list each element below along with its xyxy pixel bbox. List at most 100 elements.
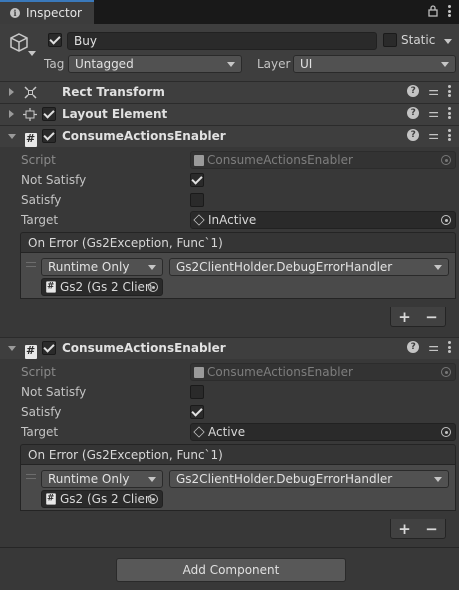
listener-object-field[interactable]: Gs2 (Gs 2 Clien	[41, 278, 163, 296]
script-value: ConsumeActionsEnabler	[207, 153, 353, 167]
layer-dropdown[interactable]: UI	[293, 55, 456, 73]
enabler-enabled-checkbox[interactable]	[42, 129, 56, 143]
object-picker-icon[interactable]	[441, 215, 451, 225]
layer-label: Layer	[257, 57, 291, 71]
csharp-script-icon	[25, 132, 37, 147]
kebab-menu-icon[interactable]	[448, 85, 451, 97]
icon-dropdown-caret-icon[interactable]	[28, 51, 36, 56]
runtime-value: Runtime Only	[48, 260, 130, 274]
listener-object-field[interactable]: Gs2 (Gs 2 Clien	[41, 490, 163, 508]
static-label: Static	[401, 33, 436, 47]
handler-dropdown[interactable]: Gs2ClientHolder.DebugErrorHandler	[169, 258, 449, 276]
preset-icon[interactable]: ⚌	[428, 341, 439, 353]
component-rect-transform[interactable]: Rect Transform ? ⚌	[0, 81, 459, 103]
target-field[interactable]: InActive	[190, 211, 456, 229]
event-title: On Error (Gs2Exception, Func`1)	[28, 235, 223, 250]
handler-value: Gs2ClientHolder.DebugErrorHandler	[176, 260, 393, 274]
foldout-arrow-icon[interactable]	[8, 134, 16, 139]
tag-label: Tag	[44, 57, 65, 71]
tag-value: Untagged	[75, 57, 134, 71]
chevron-down-icon	[441, 61, 449, 67]
static-dropdown-caret-icon[interactable]	[444, 39, 452, 44]
runtime-dropdown[interactable]: Runtime Only	[41, 470, 163, 488]
chevron-down-icon	[434, 476, 442, 482]
gameobject-cube-icon[interactable]	[8, 32, 30, 54]
kebab-menu-icon[interactable]	[448, 107, 451, 119]
component-consume-actions-enabler-1[interactable]: ConsumeActionsEnabler ? ⚌	[0, 125, 459, 147]
remove-listener-button[interactable]: −	[425, 308, 438, 326]
component-consume-actions-enabler-2[interactable]: ConsumeActionsEnabler ? ⚌	[0, 337, 459, 359]
satisfy-checkbox[interactable]	[190, 405, 204, 419]
active-checkbox[interactable]	[48, 33, 62, 47]
preset-icon[interactable]: ⚌	[428, 85, 439, 97]
script-file-icon	[194, 366, 204, 378]
drag-handle-icon[interactable]	[26, 474, 36, 479]
listener-object-value: Gs2 (Gs 2 Clien	[60, 280, 153, 294]
satisfy-checkbox[interactable]	[190, 193, 204, 207]
preset-icon[interactable]: ⚌	[428, 129, 439, 141]
layer-value: UI	[300, 57, 313, 71]
handler-value: Gs2ClientHolder.DebugErrorHandler	[176, 472, 393, 486]
component-layout-element[interactable]: Layout Element ? ⚌	[0, 103, 459, 125]
layout-element-enabled-checkbox[interactable]	[42, 107, 56, 121]
gameobject-icon	[193, 214, 205, 226]
object-picker-icon[interactable]	[148, 282, 158, 292]
not-satisfy-checkbox[interactable]	[190, 385, 204, 399]
component-title: ConsumeActionsEnabler	[62, 129, 226, 143]
object-picker-icon	[441, 367, 451, 377]
target-label: Target	[21, 213, 59, 227]
lock-icon[interactable]	[428, 5, 438, 17]
handler-dropdown[interactable]: Gs2ClientHolder.DebugErrorHandler	[169, 470, 449, 488]
help-icon[interactable]: ?	[407, 107, 420, 119]
help-icon[interactable]: ?	[407, 341, 420, 353]
event-listener-row: Runtime Only Gs2ClientHolder.DebugErrorH…	[20, 465, 456, 511]
component-title: ConsumeActionsEnabler	[62, 341, 226, 355]
add-listener-button[interactable]: +	[398, 520, 411, 538]
on-error-event-header: On Error (Gs2Exception, Func`1)	[20, 232, 456, 253]
foldout-arrow-icon[interactable]	[8, 346, 16, 351]
preset-icon[interactable]: ⚌	[428, 107, 439, 119]
object-picker-icon[interactable]	[441, 427, 451, 437]
static-checkbox[interactable]	[383, 33, 397, 47]
tag-dropdown[interactable]: Untagged	[68, 55, 242, 73]
listener-object-value: Gs2 (Gs 2 Clien	[60, 492, 153, 506]
object-picker-icon	[441, 155, 451, 165]
kebab-menu-icon[interactable]	[448, 5, 451, 17]
gameobject-name-field[interactable]: Buy	[67, 32, 377, 50]
target-value: Active	[208, 425, 246, 439]
target-value: InActive	[208, 213, 257, 227]
script-field: ConsumeActionsEnabler	[190, 363, 456, 381]
add-listener-button[interactable]: +	[398, 308, 411, 326]
event-add-remove: + −	[390, 519, 446, 539]
gameobject-icon	[193, 426, 205, 438]
kebab-menu-icon[interactable]	[448, 341, 451, 353]
add-component-button[interactable]: Add Component	[116, 558, 346, 582]
script-file-icon	[194, 154, 204, 166]
foldout-arrow-icon[interactable]	[9, 88, 14, 96]
help-icon[interactable]: ?	[407, 129, 420, 141]
object-picker-icon[interactable]	[148, 494, 158, 504]
csharp-script-icon	[46, 281, 56, 293]
tab-inspector[interactable]: i Inspector	[0, 0, 94, 24]
not-satisfy-label: Not Satisfy	[21, 385, 87, 399]
event-listener-row: Runtime Only Gs2ClientHolder.DebugErrorH…	[20, 253, 456, 299]
foldout-arrow-icon[interactable]	[9, 110, 14, 118]
tab-label: Inspector	[26, 6, 82, 20]
chevron-down-icon	[148, 476, 156, 482]
component-title: Layout Element	[62, 107, 168, 121]
kebab-menu-icon[interactable]	[448, 129, 451, 141]
target-field[interactable]: Active	[190, 423, 456, 441]
enabler-enabled-checkbox[interactable]	[42, 341, 56, 355]
rect-transform-icon	[24, 86, 37, 99]
runtime-dropdown[interactable]: Runtime Only	[41, 258, 163, 276]
divider	[0, 547, 459, 548]
script-field: ConsumeActionsEnabler	[190, 151, 456, 169]
csharp-script-icon	[25, 344, 37, 359]
chevron-down-icon	[148, 264, 156, 270]
satisfy-label: Satisfy	[21, 193, 62, 207]
drag-handle-icon[interactable]	[26, 262, 36, 267]
not-satisfy-checkbox[interactable]	[190, 173, 204, 187]
remove-listener-button[interactable]: −	[425, 520, 438, 538]
chevron-down-icon	[227, 61, 235, 67]
help-icon[interactable]: ?	[407, 85, 420, 97]
